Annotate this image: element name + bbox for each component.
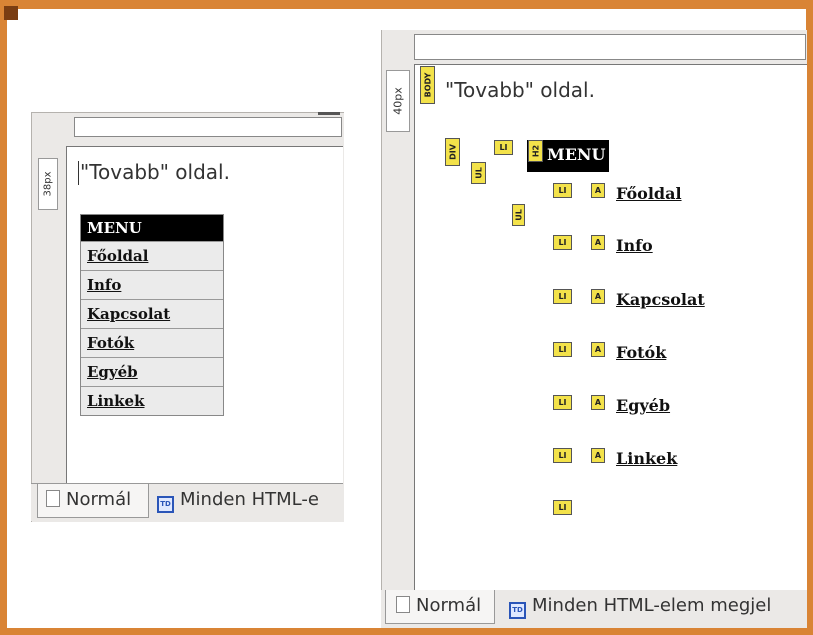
left-menu-link-egyeb[interactable]: Egyéb [81,357,223,386]
right-menu-link-fooldal[interactable]: Főoldal [616,184,682,203]
right-side-ruler: 40px [386,70,410,132]
left-menu-link-linkek[interactable]: Linkek [81,386,223,415]
h2-tag-marker[interactable]: H2 [528,140,543,162]
div-tag-marker[interactable]: DIV [445,138,460,166]
tab-normal-left[interactable]: Normál [37,484,149,518]
right-menu-link-info[interactable]: Info [616,236,653,255]
tab-normal-left-label: Normál [66,489,132,510]
right-menu-link-egyeb[interactable]: Egyéb [616,396,670,415]
left-ruler-tick [318,112,340,115]
left-menu-link-fotok[interactable]: Fotók [81,328,223,357]
right-editor-canvas[interactable] [414,64,807,590]
page-icon [396,596,410,613]
a-tag-marker[interactable]: A [591,395,605,410]
ul-tag-marker[interactable]: UL [471,162,486,184]
a-tag-marker[interactable]: A [591,235,605,250]
inner-ul-tag-marker[interactable]: UL [512,204,525,226]
tab-normal-right[interactable]: Normál [385,590,495,624]
right-view-tabs: Normál TD Minden HTML-elem megjel [381,590,806,628]
tab-all-elements-left-label: Minden HTML-e [180,489,319,510]
left-menu-link-fooldal[interactable]: Főoldal [81,241,223,270]
a-tag-marker[interactable]: A [591,342,605,357]
right-top-ruler [414,34,806,60]
li-tag-marker[interactable]: LI [494,140,513,155]
li-tag-marker[interactable]: LI [553,289,572,304]
li-tag-marker[interactable]: LI [553,500,572,515]
text-cursor [78,161,79,185]
td-icon: TD [157,496,174,513]
body-tag-marker[interactable]: BODY [420,66,435,104]
li-tag-marker[interactable]: LI [553,183,572,198]
right-side-ruler-label: 40px [391,87,405,115]
a-tag-marker[interactable]: A [591,448,605,463]
li-tag-marker[interactable]: LI [553,448,572,463]
left-body-text: "Tovabb" oldal. [80,160,230,184]
tab-all-elements-right[interactable]: TD Minden HTML-elem megjel [509,590,805,624]
tab-all-elements-right-label: Minden HTML-elem megjel [532,595,772,616]
right-menu-link-linkek[interactable]: Linkek [616,449,677,468]
left-view-tabs: Normál TD Minden HTML-e [31,483,343,521]
a-tag-marker[interactable]: A [591,183,605,198]
page-icon [46,490,60,507]
tab-normal-right-label: Normál [416,595,482,616]
left-side-ruler: 38px [38,158,58,210]
li-tag-marker[interactable]: LI [553,395,572,410]
left-side-ruler-label: 38px [42,171,54,197]
frame-corner [4,6,18,20]
right-menu-link-fotok[interactable]: Fotók [616,343,666,362]
right-body-text: "Tovabb" oldal. [445,78,595,102]
left-top-ruler [74,117,342,137]
li-tag-marker[interactable]: LI [553,342,572,357]
left-menu-box: MENU Főoldal Info Kapcsolat Fotók Egyéb … [80,214,224,416]
td-icon: TD [509,602,526,619]
a-tag-marker[interactable]: A [591,289,605,304]
right-menu-link-kapcsolat[interactable]: Kapcsolat [616,290,705,309]
left-menu-link-kapcsolat[interactable]: Kapcsolat [81,299,223,328]
left-menu-link-info[interactable]: Info [81,270,223,299]
left-menu-heading: MENU [81,215,223,241]
tab-all-elements-left[interactable]: TD Minden HTML-e [157,484,343,518]
li-tag-marker[interactable]: LI [553,235,572,250]
